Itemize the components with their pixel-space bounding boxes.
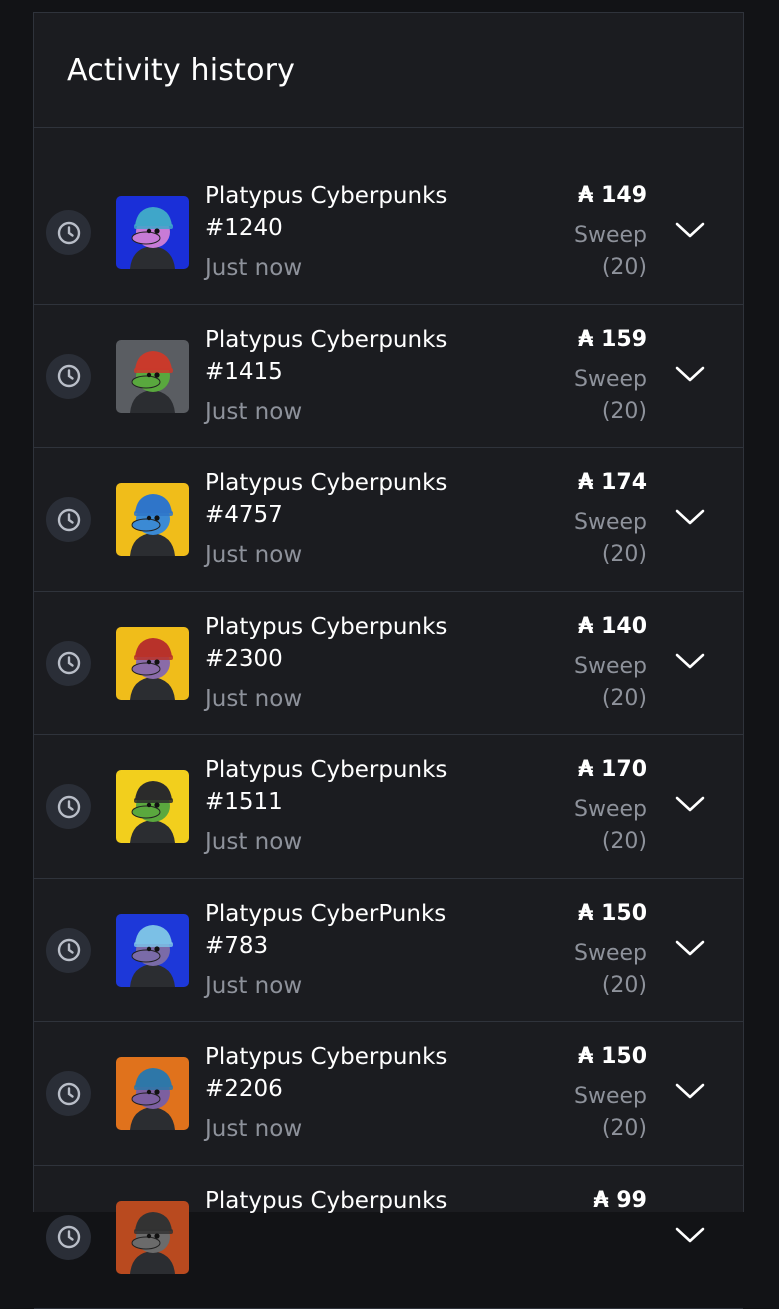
activity-type: Sweep (574, 1081, 647, 1113)
activity-row[interactable]: Platypus Cyberpunks #1240 Just now ₳ 149… (34, 161, 743, 305)
activity-type: Sweep (574, 794, 647, 826)
collection-name: Platypus Cyberpunks (205, 327, 447, 353)
activity-row[interactable]: Platypus CyberPunks #783 Just now ₳ 150 … (34, 879, 743, 1023)
timestamp: Just now (205, 1113, 302, 1145)
price-label: ₳ 174 (578, 467, 647, 499)
price-label: ₳ 150 (578, 1041, 647, 1073)
activity-type: Sweep (574, 220, 647, 252)
sweep-count: (20) (602, 539, 647, 571)
nft-thumbnail[interactable] (116, 1057, 189, 1130)
chevron-down-icon[interactable] (673, 500, 707, 534)
nft-name[interactable]: Platypus Cyberpunks (205, 1185, 495, 1217)
nft-thumbnail[interactable] (116, 770, 189, 843)
activity-list: Platypus Cyberpunks #1240 Just now ₳ 149… (34, 161, 743, 1309)
collection-name: Platypus Cyberpunks (205, 614, 447, 640)
clock-icon (46, 497, 91, 542)
price-label: ₳ 150 (578, 898, 647, 930)
clock-icon (46, 641, 91, 686)
collection-name: Platypus Cyberpunks (205, 470, 447, 496)
chevron-down-icon[interactable] (673, 1074, 707, 1108)
activity-row[interactable]: Platypus Cyberpunks #2206 Just now ₳ 150… (34, 1022, 743, 1166)
collection-name: Platypus Cyberpunks (205, 183, 447, 209)
activity-type: Sweep (574, 938, 647, 970)
collection-name: Platypus CyberPunks (205, 901, 446, 927)
timestamp: Just now (205, 252, 302, 284)
timestamp: Just now (205, 539, 302, 571)
sweep-count: (20) (602, 396, 647, 428)
sweep-count: (20) (602, 252, 647, 284)
chevron-down-icon[interactable] (673, 357, 707, 391)
nft-name[interactable]: Platypus Cyberpunks #1415 (205, 324, 495, 388)
nft-name[interactable]: Platypus Cyberpunks #2300 (205, 611, 495, 675)
nft-name[interactable]: Platypus Cyberpunks #4757 (205, 467, 495, 531)
timestamp: Just now (205, 970, 302, 1002)
price-label: ₳ 159 (578, 324, 647, 356)
panel-header: Activity history (34, 13, 743, 128)
timestamp: Just now (205, 683, 302, 715)
sweep-count: (20) (602, 970, 647, 1002)
activity-type: Sweep (574, 651, 647, 683)
nft-name[interactable]: Platypus Cyberpunks #1511 (205, 754, 495, 818)
clock-icon (46, 784, 91, 829)
nft-thumbnail[interactable] (116, 196, 189, 269)
timestamp: Just now (205, 396, 302, 428)
activity-row[interactable]: Platypus Cyberpunks #1415 Just now ₳ 159… (34, 305, 743, 449)
clock-icon (46, 354, 91, 399)
chevron-down-icon[interactable] (673, 213, 707, 247)
price-label: ₳ 140 (578, 611, 647, 643)
token-number: #2300 (205, 646, 283, 672)
activity-row[interactable]: Platypus Cyberpunks #1511 Just now ₳ 170… (34, 735, 743, 879)
nft-name[interactable]: Platypus Cyberpunks #1240 (205, 180, 495, 244)
token-number: #1511 (205, 789, 283, 815)
nft-thumbnail[interactable] (116, 340, 189, 413)
price-label: ₳ 149 (578, 180, 647, 212)
chevron-down-icon[interactable] (673, 931, 707, 965)
sweep-count: (20) (602, 1113, 647, 1145)
chevron-down-icon[interactable] (673, 787, 707, 821)
activity-row[interactable]: Platypus Cyberpunks #2300 Just now ₳ 140… (34, 592, 743, 736)
activity-row[interactable]: Platypus Cyberpunks #4757 Just now ₳ 174… (34, 448, 743, 592)
price-label: ₳ 99 (593, 1185, 647, 1217)
page-title: Activity history (67, 51, 295, 91)
activity-row[interactable]: Platypus Cyberpunks ₳ 99 (34, 1166, 743, 1309)
clock-icon (46, 928, 91, 973)
nft-thumbnail[interactable] (116, 1201, 189, 1274)
clock-icon (46, 1215, 91, 1260)
activity-type: Sweep (574, 364, 647, 396)
clock-icon (46, 210, 91, 255)
collection-name: Platypus Cyberpunks (205, 1044, 447, 1070)
nft-thumbnail[interactable] (116, 627, 189, 700)
activity-type: Sweep (574, 507, 647, 539)
nft-name[interactable]: Platypus Cyberpunks #2206 (205, 1041, 495, 1105)
collection-name: Platypus Cyberpunks (205, 1188, 447, 1214)
token-number: #1415 (205, 359, 283, 385)
nft-name[interactable]: Platypus CyberPunks #783 (205, 898, 495, 962)
token-number: #1240 (205, 215, 283, 241)
nft-thumbnail[interactable] (116, 914, 189, 987)
collection-name: Platypus Cyberpunks (205, 757, 447, 783)
timestamp: Just now (205, 826, 302, 858)
nft-thumbnail[interactable] (116, 483, 189, 556)
token-number: #783 (205, 933, 268, 959)
activity-history-panel: Activity history Platypus Cyberpunks #1 (33, 12, 744, 1212)
token-number: #2206 (205, 1076, 283, 1102)
sweep-count: (20) (602, 683, 647, 715)
chevron-down-icon[interactable] (673, 1218, 707, 1252)
sweep-count: (20) (602, 826, 647, 858)
clock-icon (46, 1071, 91, 1116)
price-label: ₳ 170 (578, 754, 647, 786)
chevron-down-icon[interactable] (673, 644, 707, 678)
token-number: #4757 (205, 502, 283, 528)
